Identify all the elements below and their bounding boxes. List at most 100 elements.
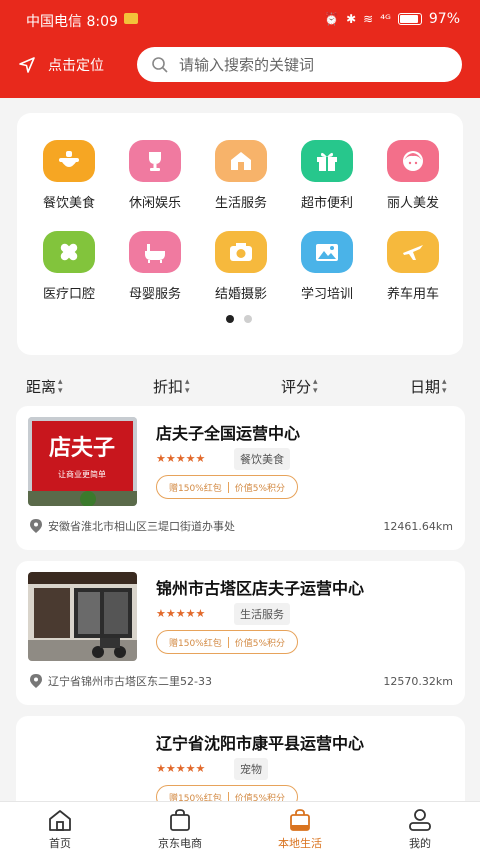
sort-toggle-icon: ▴ ▾ xyxy=(58,376,63,396)
nav-label: 本地生活 xyxy=(278,837,322,850)
local-bag-icon xyxy=(260,808,340,832)
location-arrow-icon xyxy=(19,57,35,73)
location-pin-icon xyxy=(30,519,42,533)
shop-card[interactable]: 锦州市古塔区店夫子运营中心 ★★★★★ 生活服务 赠150%红包 价值5%积分 … xyxy=(16,561,465,705)
category-label: 学习培训 xyxy=(300,287,353,302)
filter-label: 日期 xyxy=(410,378,441,396)
shop-address: 安徽省淮北市相山区三堤口街道办事处 xyxy=(30,518,235,534)
page-dot-active xyxy=(226,315,234,323)
nav-jd-ecommerce[interactable]: 京东电商 xyxy=(140,808,220,851)
location-pin-icon xyxy=(30,674,42,688)
battery-level: 97% xyxy=(428,11,460,27)
sort-filter-bar: 距离 ▴ ▾ 折扣 ▴ ▾ 评分 ▴ ▾ 日期 ▴ ▾ xyxy=(0,372,480,400)
category-label: 母婴服务 xyxy=(128,287,181,302)
shop-sign-text: 店夫子 xyxy=(49,436,115,461)
user-icon xyxy=(380,808,460,832)
category-medical[interactable]: 医疗口腔 xyxy=(26,231,112,302)
category-label: 丽人美发 xyxy=(386,196,439,211)
gift-icon xyxy=(301,140,353,182)
category-car-service[interactable]: 养车用车 xyxy=(370,231,456,302)
category-beauty[interactable]: 丽人美发 xyxy=(370,140,456,211)
category-tag: 宠物 xyxy=(234,758,268,780)
category-label: 生活服务 xyxy=(214,196,267,211)
category-education[interactable]: 学习培训 xyxy=(284,231,370,302)
category-label: 休闲娱乐 xyxy=(128,196,181,211)
promo-points: 价值5%积分 xyxy=(234,638,286,649)
wifi-icon: ≋ xyxy=(363,12,374,26)
search-box[interactable] xyxy=(137,47,462,82)
sort-toggle-icon: ▴ ▾ xyxy=(185,376,190,396)
rating-stars: ★★★★★ xyxy=(156,762,206,775)
nav-mine[interactable]: 我的 xyxy=(380,808,460,851)
nav-label: 我的 xyxy=(409,837,431,850)
category-supermarket[interactable]: 超市便利 xyxy=(284,140,370,211)
nav-home[interactable]: 首页 xyxy=(20,808,100,851)
search-icon xyxy=(152,56,168,73)
distance-text: 12570.32km xyxy=(383,675,453,688)
home-icon xyxy=(20,808,100,832)
filter-label: 评分 xyxy=(281,378,312,396)
category-dining[interactable]: 餐饮美食 xyxy=(26,140,112,211)
address-text: 辽宁省锦州市古塔区东二里52-33 xyxy=(48,675,212,688)
filter-label: 折扣 xyxy=(153,378,184,396)
category-label: 餐饮美食 xyxy=(42,196,95,211)
sort-date[interactable]: 日期 ▴ ▾ xyxy=(410,376,447,397)
network-indicator: ⁴ᴳ xyxy=(380,12,391,26)
shopping-bag-icon xyxy=(140,808,220,832)
category-label: 养车用车 xyxy=(386,287,439,302)
bathtub-icon xyxy=(129,231,181,273)
sort-rating[interactable]: 评分 ▴ ▾ xyxy=(281,376,318,397)
promo-badge: 赠150%红包 价值5%积分 xyxy=(156,630,299,654)
house-icon xyxy=(215,140,267,182)
bandage-icon xyxy=(43,231,95,273)
locate-label: 点击定位 xyxy=(48,58,104,74)
promo-redpacket: 赠150%红包 xyxy=(169,638,222,649)
shop-name: 锦州市古塔区店夫子运营中心 xyxy=(156,579,365,598)
rating-stars: ★★★★★ xyxy=(156,607,206,620)
bluetooth-icon: ✱ xyxy=(346,12,357,26)
nav-local-life[interactable]: 本地生活 xyxy=(260,808,340,851)
battery-icon xyxy=(397,13,422,25)
sort-toggle-icon: ▴ ▾ xyxy=(313,376,318,396)
nav-label: 首页 xyxy=(49,837,71,850)
category-label: 超市便利 xyxy=(300,196,353,211)
shop-card[interactable]: 店夫子 让商业更简单 店夫子全国运营中心 ★★★★★ 餐饮美食 赠150%红包 … xyxy=(16,406,465,550)
picture-icon xyxy=(301,231,353,273)
distance-text: 12461.64km xyxy=(383,520,453,533)
category-tag: 生活服务 xyxy=(234,603,290,625)
category-label: 医疗口腔 xyxy=(42,287,95,302)
address-text: 安徽省淮北市相山区三堤口街道办事处 xyxy=(48,520,235,533)
locate-button[interactable]: 点击定位 xyxy=(18,55,104,75)
page-dot xyxy=(244,315,252,323)
food-icon xyxy=(43,140,95,182)
search-input[interactable] xyxy=(179,55,449,74)
category-maternity[interactable]: 母婴服务 xyxy=(112,231,198,302)
trophy-icon xyxy=(129,140,181,182)
category-panel: 餐饮美食 休闲娱乐 生活服务 超市便利 丽人美发 医疗口腔 母婴服务 结婚摄影 … xyxy=(17,113,463,355)
sim-icon xyxy=(124,13,138,24)
sort-toggle-icon: ▴ ▾ xyxy=(442,376,447,396)
bottom-navigation: 首页 京东电商 本地生活 我的 xyxy=(0,801,480,853)
status-bar: 中国电信 8:09 ⏰ ✱ ≋ ⁴ᴳ 97% xyxy=(0,0,480,38)
sort-distance[interactable]: 距离 ▴ ▾ xyxy=(26,376,63,397)
sort-discount[interactable]: 折扣 ▴ ▾ xyxy=(153,376,190,397)
carrier-time: 中国电信 8:09 xyxy=(26,14,118,30)
category-tag: 餐饮美食 xyxy=(234,448,290,470)
promo-badge: 赠150%红包 价值5%积分 xyxy=(156,475,299,499)
shop-name: 店夫子全国运营中心 xyxy=(156,424,301,443)
shop-sign-slogan: 让商业更简单 xyxy=(58,469,106,479)
category-life-services[interactable]: 生活服务 xyxy=(198,140,284,211)
shop-address: 辽宁省锦州市古塔区东二里52-33 xyxy=(30,673,212,689)
promo-points: 价值5%积分 xyxy=(234,483,286,494)
promo-redpacket: 赠150%红包 xyxy=(169,483,222,494)
category-wedding-photo[interactable]: 结婚摄影 xyxy=(198,231,284,302)
header-bar: 中国电信 8:09 ⏰ ✱ ≋ ⁴ᴳ 97% 点击定位 xyxy=(0,0,480,98)
category-label: 结婚摄影 xyxy=(214,287,267,302)
shop-image xyxy=(28,572,137,661)
plane-icon xyxy=(387,231,439,273)
rating-stars: ★★★★★ xyxy=(156,452,206,465)
category-leisure[interactable]: 休闲娱乐 xyxy=(112,140,198,211)
nav-label: 京东电商 xyxy=(158,837,202,850)
alarm-icon: ⏰ xyxy=(324,12,340,26)
beauty-icon xyxy=(387,140,439,182)
